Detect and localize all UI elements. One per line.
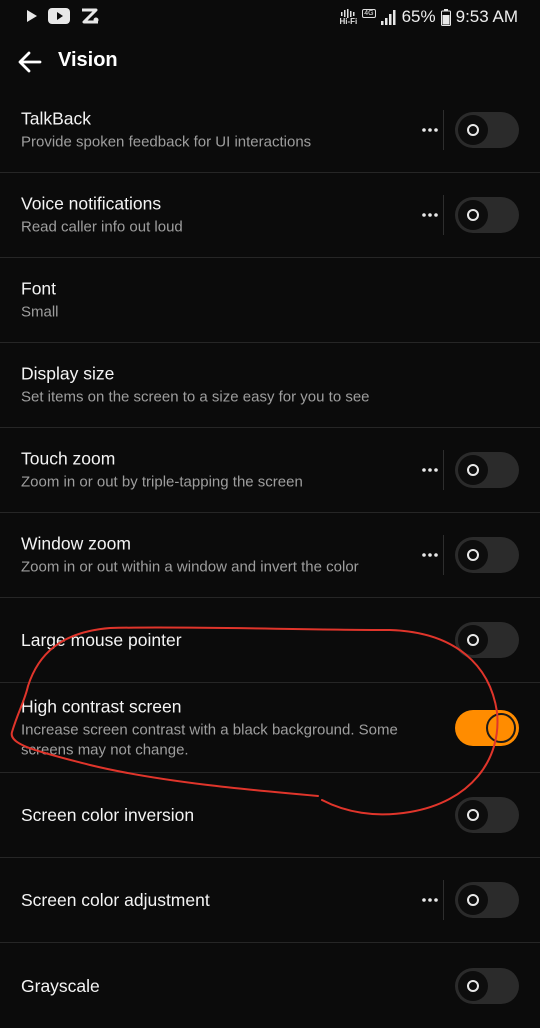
voice-notifications-toggle[interactable] bbox=[455, 197, 519, 233]
setting-title: TalkBack bbox=[21, 108, 92, 129]
talkback-toggle[interactable] bbox=[455, 112, 519, 148]
setting-subtitle: Increase screen contrast with a black ba… bbox=[21, 721, 398, 758]
back-arrow-icon bbox=[18, 51, 42, 73]
screen-color-inversion-toggle[interactable] bbox=[455, 797, 519, 833]
touch-zoom-toggle[interactable] bbox=[455, 452, 519, 488]
toggle-knob bbox=[458, 625, 488, 655]
setting-text: Font Small bbox=[21, 278, 516, 323]
vertical-divider bbox=[443, 535, 444, 575]
play-store-icon bbox=[27, 10, 37, 22]
setting-subtitle: Zoom in or out within a window and inver… bbox=[21, 558, 359, 576]
status-bar: Hi-Fi 4G 65% 9:53 AM bbox=[0, 0, 540, 34]
setting-title: Touch zoom bbox=[21, 448, 116, 469]
signal-icon bbox=[380, 10, 396, 25]
status-bar-right: Hi-Fi 4G 65% 9:53 AM bbox=[339, 7, 518, 27]
large-mouse-pointer-toggle[interactable] bbox=[455, 622, 519, 658]
app-bar: Vision bbox=[0, 36, 540, 88]
setting-text: Voice notifications Read caller info out… bbox=[21, 193, 410, 238]
setting-title: Screen color adjustment bbox=[21, 890, 210, 910]
more-horizontal-icon bbox=[422, 553, 438, 557]
setting-voice-notifications[interactable]: Voice notifications Read caller info out… bbox=[0, 173, 540, 258]
more-options-button[interactable] bbox=[420, 545, 440, 565]
setting-title: Grayscale bbox=[21, 975, 100, 996]
toggle-knob bbox=[458, 540, 488, 570]
setting-subtitle: Small bbox=[21, 303, 59, 321]
more-options-button[interactable] bbox=[420, 120, 440, 140]
setting-window-zoom[interactable]: Window zoom Zoom in or out within a wind… bbox=[0, 513, 540, 598]
setting-title: Font bbox=[21, 278, 57, 299]
more-options-button[interactable] bbox=[420, 460, 440, 480]
vertical-divider bbox=[443, 880, 444, 920]
setting-subtitle: Set items on the screen to a size easy f… bbox=[21, 388, 370, 406]
battery-icon bbox=[440, 8, 451, 26]
setting-text: Large mouse pointer bbox=[21, 629, 410, 651]
setting-text: Touch zoom Zoom in or out by triple-tapp… bbox=[21, 448, 410, 493]
toggle-knob bbox=[458, 200, 488, 230]
battery-percent: 65% bbox=[401, 7, 436, 26]
setting-text: High contrast screen Increase screen con… bbox=[21, 695, 410, 760]
toggle-knob bbox=[458, 800, 488, 830]
more-horizontal-icon bbox=[422, 213, 438, 217]
setting-subtitle: Zoom in or out by triple-tapping the scr… bbox=[21, 473, 303, 491]
grayscale-toggle[interactable] bbox=[455, 967, 519, 1004]
setting-subtitle: Read caller info out loud bbox=[21, 218, 183, 236]
vertical-divider bbox=[443, 110, 444, 150]
youtube-icon bbox=[48, 8, 70, 24]
toggle-knob bbox=[458, 455, 488, 485]
more-options-button[interactable] bbox=[420, 205, 440, 225]
setting-text: Screen color inversion bbox=[21, 804, 410, 826]
toggle-knob bbox=[486, 712, 516, 743]
setting-title: Window zoom bbox=[21, 533, 131, 554]
setting-title: Large mouse pointer bbox=[21, 630, 182, 650]
setting-text: TalkBack Provide spoken feedback for UI … bbox=[21, 108, 410, 153]
app-notification-icon bbox=[82, 8, 99, 24]
setting-touch-zoom[interactable]: Touch zoom Zoom in or out by triple-tapp… bbox=[0, 428, 540, 513]
network-type-label: 4G bbox=[362, 8, 376, 18]
setting-screen-color-adjustment[interactable]: Screen color adjustment bbox=[0, 858, 540, 943]
setting-grayscale[interactable]: Grayscale bbox=[0, 943, 540, 1028]
settings-list: TalkBack Provide spoken feedback for UI … bbox=[0, 88, 540, 1028]
setting-text: Display size Set items on the screen to … bbox=[21, 363, 516, 408]
more-horizontal-icon bbox=[422, 468, 438, 472]
setting-text: Window zoom Zoom in or out within a wind… bbox=[21, 533, 410, 578]
toggle-knob bbox=[458, 115, 488, 145]
back-button[interactable] bbox=[14, 46, 46, 78]
more-horizontal-icon bbox=[422, 128, 438, 132]
setting-large-mouse-pointer[interactable]: Large mouse pointer bbox=[0, 598, 540, 683]
setting-display-size[interactable]: Display size Set items on the screen to … bbox=[0, 343, 540, 428]
vertical-divider bbox=[443, 195, 444, 235]
more-options-button[interactable] bbox=[420, 890, 440, 910]
high-contrast-screen-toggle[interactable] bbox=[455, 709, 519, 746]
window-zoom-toggle[interactable] bbox=[455, 537, 519, 573]
hifi-indicator: Hi-Fi bbox=[339, 8, 358, 26]
setting-text: Screen color adjustment bbox=[21, 889, 410, 911]
setting-talkback[interactable]: TalkBack Provide spoken feedback for UI … bbox=[0, 88, 540, 173]
setting-title: Display size bbox=[21, 363, 115, 384]
vertical-divider bbox=[443, 450, 444, 490]
setting-title: Screen color inversion bbox=[21, 805, 195, 825]
setting-font[interactable]: Font Small bbox=[0, 258, 540, 343]
setting-subtitle: Provide spoken feedback for UI interacti… bbox=[21, 133, 312, 151]
setting-title: Voice notifications bbox=[21, 193, 162, 214]
more-horizontal-icon bbox=[422, 898, 438, 902]
toggle-knob bbox=[458, 885, 488, 915]
clock: 9:53 AM bbox=[455, 7, 518, 26]
screen-color-adjustment-toggle[interactable] bbox=[455, 882, 519, 918]
status-bar-left bbox=[26, 6, 100, 26]
setting-high-contrast-screen[interactable]: High contrast screen Increase screen con… bbox=[0, 683, 540, 773]
toggle-knob bbox=[458, 970, 488, 1001]
setting-title: High contrast screen bbox=[21, 696, 182, 716]
page-title: Vision bbox=[58, 49, 118, 71]
setting-text: Grayscale bbox=[21, 975, 410, 997]
setting-screen-color-inversion[interactable]: Screen color inversion bbox=[0, 773, 540, 858]
hifi-label: Hi-Fi bbox=[339, 16, 358, 26]
